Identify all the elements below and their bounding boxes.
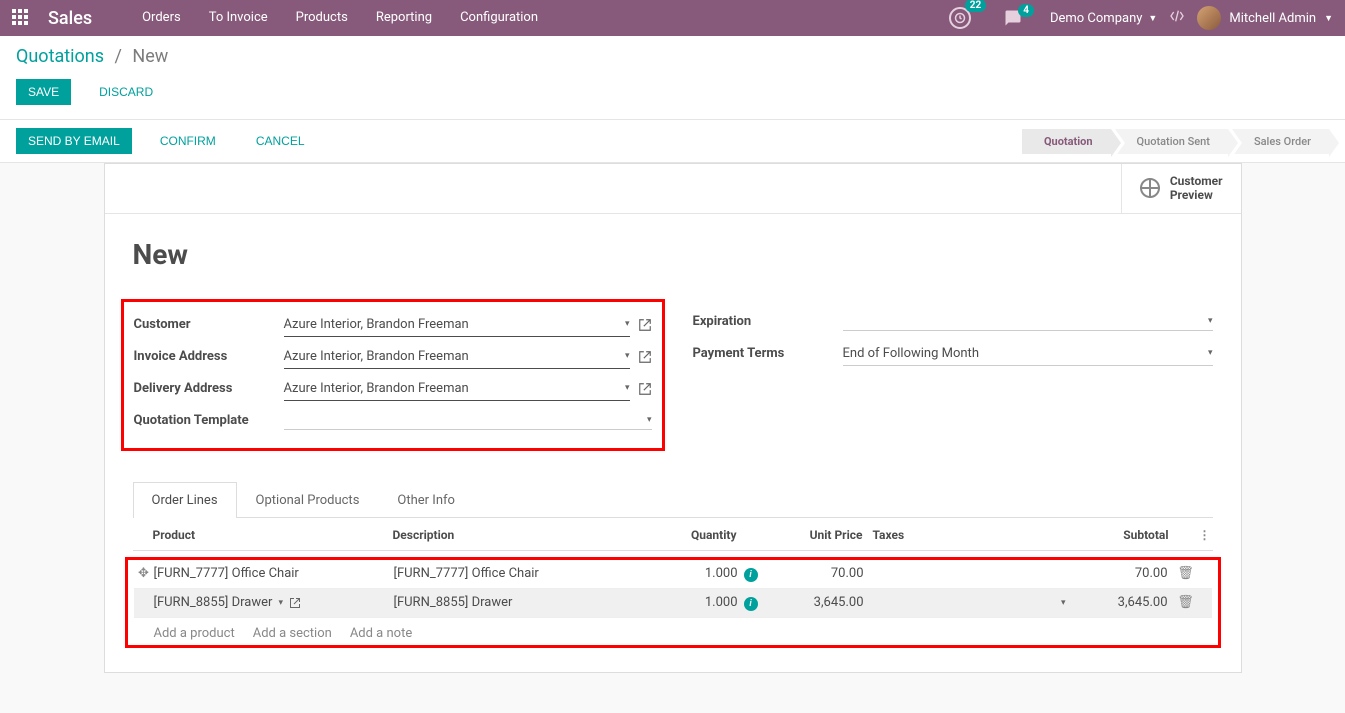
table-row[interactable]: ✥ [FURN_7777] Office Chair [FURN_7777] O… <box>134 560 1212 589</box>
customer-preview-button[interactable]: Customer Preview <box>1121 164 1241 213</box>
hdr-unit-price: Unit Price <box>763 528 873 542</box>
hdr-description: Description <box>393 528 643 542</box>
label-delivery-address: Delivery Address <box>134 381 284 396</box>
external-link-icon[interactable] <box>638 318 652 332</box>
table-row[interactable]: [FURN_8855] Drawer ▾ [FURN_8855] Drawer … <box>134 589 1212 618</box>
cell-unit-price[interactable]: 3,645.00 <box>764 595 874 610</box>
info-icon[interactable]: i <box>744 568 758 582</box>
nav-orders[interactable]: Orders <box>128 0 195 36</box>
save-button[interactable]: Save <box>16 79 71 105</box>
breadcrumb: Quotations / New <box>16 46 1329 67</box>
user-name: Mitchell Admin <box>1229 11 1316 26</box>
external-link-icon[interactable] <box>638 382 652 396</box>
cell-description[interactable]: [FURN_8855] Drawer <box>394 595 644 610</box>
label-expiration: Expiration <box>693 314 843 329</box>
add-product-link[interactable]: Add a product <box>154 626 235 641</box>
company-switcher[interactable]: Demo Company ▼ <box>1050 11 1157 26</box>
form-sheet: Customer Preview New Customer Azure Inte… <box>104 163 1242 673</box>
user-menu[interactable]: Mitchell Admin ▼ <box>1197 6 1333 30</box>
debug-icon[interactable] <box>1169 8 1185 28</box>
hdr-subtotal: Subtotal <box>1073 528 1177 542</box>
payment-terms-field[interactable]: End of Following Month▾ <box>843 342 1213 366</box>
quotation-template-field[interactable]: ▾ <box>284 411 652 430</box>
tab-other-info[interactable]: Other Info <box>378 482 474 518</box>
chat-icon[interactable]: 4 <box>1004 9 1038 27</box>
info-icon[interactable]: i <box>744 597 758 611</box>
cell-description[interactable]: [FURN_7777] Office Chair <box>394 566 644 581</box>
customer-field[interactable]: Azure Interior, Brandon Freeman▾ <box>284 313 630 337</box>
hdr-taxes: Taxes <box>873 528 1073 542</box>
invoice-address-field[interactable]: Azure Interior, Brandon Freeman▾ <box>284 345 630 369</box>
nav-reporting[interactable]: Reporting <box>362 0 446 36</box>
cell-qty[interactable]: 1.000 <box>644 566 744 581</box>
label-payment-terms: Payment Terms <box>693 346 843 361</box>
customer-preview-l2: Preview <box>1170 188 1223 202</box>
cell-product[interactable]: [FURN_8855] Drawer ▾ <box>154 595 386 610</box>
status-steps: Quotation Quotation Sent Sales Order <box>1018 129 1329 154</box>
trash-icon[interactable]: 🗑 <box>1176 595 1196 610</box>
customer-preview-l1: Customer <box>1170 174 1223 188</box>
breadcrumb-current: New <box>132 46 168 67</box>
cell-qty[interactable]: 1.000 <box>644 595 744 610</box>
cell-unit-price[interactable]: 70.00 <box>764 566 874 581</box>
chat-badge: 4 <box>1018 4 1034 17</box>
breadcrumb-root[interactable]: Quotations <box>16 46 104 67</box>
globe-icon <box>1140 178 1160 198</box>
doc-title: New <box>133 238 1213 271</box>
confirm-button[interactable]: Confirm <box>148 128 228 154</box>
send-email-button[interactable]: Send by Email <box>16 128 132 154</box>
label-customer: Customer <box>134 317 284 332</box>
top-navbar: Sales Orders To Invoice Products Reporti… <box>0 0 1345 36</box>
company-name: Demo Company <box>1050 11 1142 26</box>
activity-badge: 22 <box>965 0 986 12</box>
cell-product[interactable]: [FURN_7777] Office Chair <box>154 566 394 581</box>
discard-button[interactable]: Discard <box>87 79 165 105</box>
add-note-link[interactable]: Add a note <box>350 626 412 641</box>
step-quotation-sent[interactable]: Quotation Sent <box>1115 129 1228 154</box>
cell-subtotal: 3,645.00 <box>1074 595 1176 610</box>
label-quotation-template: Quotation Template <box>134 413 284 428</box>
cell-subtotal: 70.00 <box>1074 566 1176 581</box>
delivery-address-field[interactable]: Azure Interior, Brandon Freeman▾ <box>284 377 630 401</box>
trash-icon[interactable]: 🗑 <box>1176 566 1196 581</box>
nav-configuration[interactable]: Configuration <box>446 0 552 36</box>
hdr-product: Product <box>153 528 393 542</box>
cancel-button[interactable]: Cancel <box>244 128 317 154</box>
tab-order-lines[interactable]: Order Lines <box>133 482 237 518</box>
drag-handle-icon[interactable]: ✥ <box>134 566 154 581</box>
hdr-quantity: Quantity <box>643 528 743 542</box>
step-sales-order[interactable]: Sales Order <box>1232 129 1329 154</box>
tab-optional-products[interactable]: Optional Products <box>237 482 379 518</box>
nav-to-invoice[interactable]: To Invoice <box>195 0 282 36</box>
orderlines-header: Product Description Quantity Unit Price … <box>133 518 1213 551</box>
external-link-icon[interactable] <box>638 350 652 364</box>
app-brand[interactable]: Sales <box>48 8 92 29</box>
columns-menu-icon[interactable]: ⋮ <box>1197 528 1213 542</box>
step-quotation[interactable]: Quotation <box>1022 129 1111 154</box>
label-invoice-address: Invoice Address <box>134 349 284 364</box>
cell-taxes[interactable]: ▾ <box>874 598 1074 608</box>
avatar <box>1197 6 1221 30</box>
expiration-field[interactable]: ▾ <box>843 312 1213 331</box>
add-section-link[interactable]: Add a section <box>253 626 332 641</box>
nav-products[interactable]: Products <box>282 0 362 36</box>
apps-icon[interactable] <box>12 9 30 27</box>
